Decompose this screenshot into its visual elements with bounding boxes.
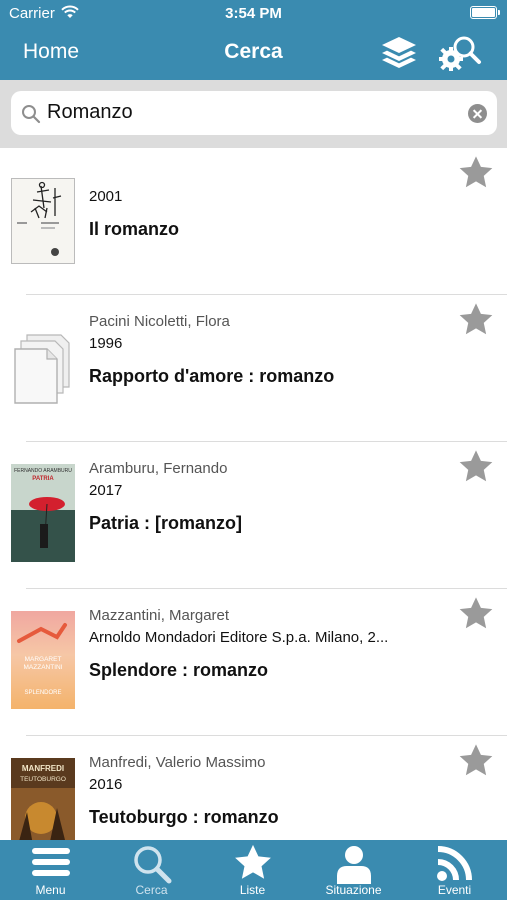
item-author: Manfredi, Valerio Massimo (89, 754, 266, 771)
favorite-star-icon[interactable] (457, 595, 495, 633)
search-value: Romanzo (47, 101, 133, 123)
cover-title-text: TEUTOBURGO (20, 776, 66, 783)
list-item[interactable]: Pacini Nicoletti, Flora 1996 Rapporto d'… (0, 295, 507, 442)
tab-label: Eventi (437, 883, 472, 897)
item-title: Patria : [romanzo] (89, 513, 243, 533)
item-title: Rapporto d'amore : romanzo (89, 366, 335, 386)
navigation-bar: Home Cerca (0, 28, 507, 80)
clear-search-icon[interactable] (468, 104, 487, 123)
list-item[interactable]: MANFREDI TEUTOBURGO Manfredi, Valerio Ma… (0, 736, 507, 840)
item-publisher: Arnoldo Mondadori Editore S.p.a. Milano,… (89, 629, 389, 646)
cover-author-line2: MAZZANTINI (24, 664, 63, 671)
item-meta: Manfredi, Valerio Massimo 2016 Teutoburg… (89, 752, 467, 828)
list-item[interactable]: 2001 Il romanzo (0, 148, 507, 295)
item-meta: Pacini Nicoletti, Flora 1996 Rapporto d'… (89, 311, 467, 387)
item-meta: Mazzantini, Margaret Arnoldo Mondadori E… (89, 605, 467, 681)
tab-eventi[interactable]: Eventi (404, 840, 505, 900)
book-cover (11, 178, 75, 264)
search-bar-container: Romanzo (0, 80, 507, 148)
favorite-star-icon[interactable] (457, 154, 495, 192)
tab-label: Menu (35, 883, 66, 897)
tab-label: Situazione (325, 883, 382, 897)
cover-author-line1: MARGARET (25, 656, 62, 663)
item-year: 2016 (89, 776, 123, 793)
item-year: 2001 (89, 188, 123, 205)
item-author: Mazzantini, Margaret (89, 607, 230, 624)
book-cover: MARGARET MAZZANTINI SPLENDORE (11, 611, 75, 709)
tab-label: Liste (239, 883, 266, 897)
status-bar: Carrier 3:54 PM (0, 0, 507, 28)
cover-title-text: SPLENDORE (24, 690, 61, 696)
favorite-star-icon[interactable] (457, 742, 495, 780)
item-meta: 2001 Il romanzo (89, 186, 467, 240)
item-title: Teutoburgo : romanzo (89, 807, 279, 827)
cover-title-text: PATRIA (32, 476, 54, 482)
book-cover: FERNANDO ARAMBURU PATRIA (11, 464, 75, 562)
tab-menu[interactable]: Menu (0, 840, 101, 900)
clock: 3:54 PM (225, 5, 282, 22)
home-button[interactable]: Home (23, 40, 79, 64)
battery-icon (470, 6, 500, 19)
tab-situazione[interactable]: Situazione (303, 840, 404, 900)
item-title: Il romanzo (89, 219, 180, 239)
tab-liste[interactable]: Liste (202, 840, 303, 900)
tab-cerca[interactable]: Cerca (101, 840, 202, 900)
list-item[interactable]: FERNANDO ARAMBURU PATRIA Aramburu, Ferna… (0, 442, 507, 589)
results-list: 2001 Il romanzo Pacini Nicoletti, Flora … (0, 148, 507, 840)
item-author: Aramburu, Fernando (89, 460, 228, 477)
favorite-star-icon[interactable] (457, 301, 495, 339)
item-title: Splendore : romanzo (89, 660, 269, 680)
cover-author-text: MANFREDI (22, 764, 64, 773)
list-item[interactable]: MARGARET MAZZANTINI SPLENDORE Mazzantini… (0, 589, 507, 736)
search-input[interactable]: Romanzo (11, 91, 497, 135)
book-cover: MANFREDI TEUTOBURGO (11, 758, 75, 840)
favorite-star-icon[interactable] (457, 448, 495, 486)
item-year: 1996 (89, 335, 123, 352)
search-icon (21, 104, 41, 129)
document-placeholder-icon (11, 329, 75, 415)
item-author: Pacini Nicoletti, Flora (89, 313, 230, 330)
advanced-search-icon[interactable] (436, 32, 482, 74)
item-year: 2017 (89, 482, 123, 499)
cover-author-text: FERNANDO ARAMBURU (14, 468, 72, 474)
item-meta: Aramburu, Fernando 2017 Patria : [romanz… (89, 458, 467, 534)
tab-label: Cerca (135, 883, 168, 897)
layers-icon[interactable] (378, 32, 420, 74)
top-bar: Carrier 3:54 PM Home Cerca (0, 0, 507, 80)
tab-bar: Menu Cerca Liste Situazione Eventi (0, 840, 507, 900)
